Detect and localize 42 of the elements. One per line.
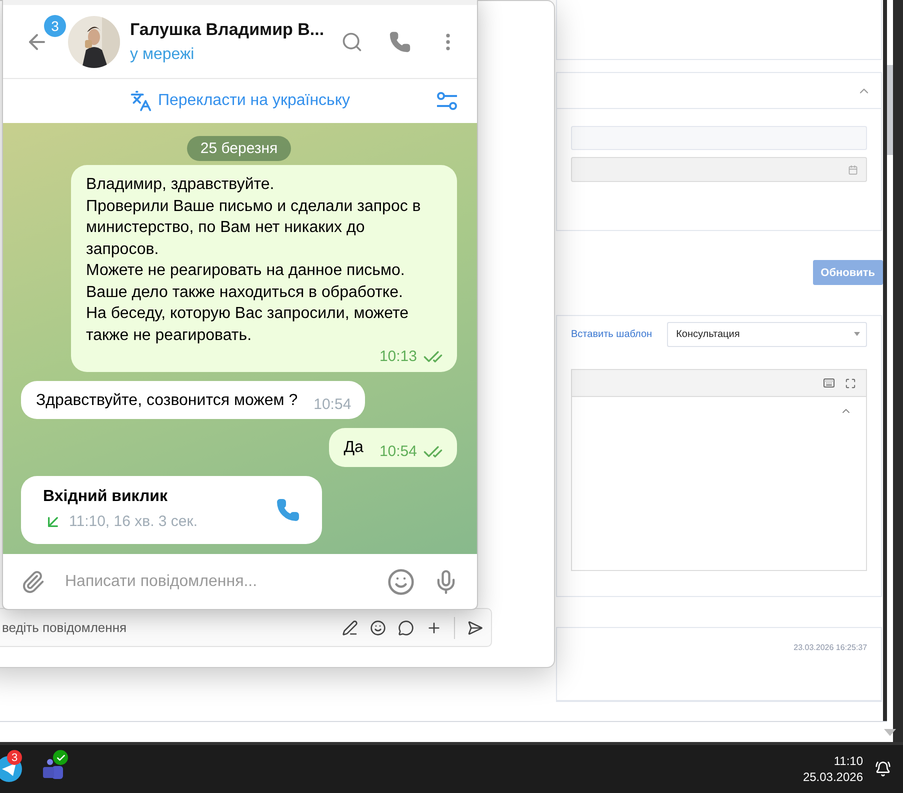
date-label: 25 березня xyxy=(187,136,291,161)
contact-status: у мережі xyxy=(130,46,196,64)
call-detail: 11:10, 16 хв. 3 сек. xyxy=(69,513,198,530)
clock-date: 25.03.2026 xyxy=(802,770,863,784)
search-icon[interactable] xyxy=(341,30,363,52)
text-field[interactable] xyxy=(571,126,868,150)
message-text: Здравствуйте, созвонится можем ? xyxy=(36,390,298,410)
format-icon[interactable] xyxy=(342,620,358,636)
message-input[interactable]: Написати повідомлення... xyxy=(63,572,369,592)
compose-placeholder: ведіть повідомлення xyxy=(2,620,128,635)
phone-icon[interactable] xyxy=(389,30,411,52)
message-time: 10:54 xyxy=(314,394,352,414)
telegram-app-button[interactable]: 3 xyxy=(0,747,30,791)
notification-badge: 3 xyxy=(7,750,22,765)
message-text: Владимир, здравствуйте. Проверили Ваше письмо и сделали запрос в министерство, по Вам нет никаких до запросов. Можете не реагировать на данное письмо. Ваше дело также находиться в обработке. На беседу, которую Вас запросили, можете также не реагировать. xyxy=(86,175,422,346)
insert-template-link[interactable]: Вставить шаблон xyxy=(571,328,652,340)
fullscreen-icon[interactable] xyxy=(845,378,856,388)
attach-icon[interactable] xyxy=(21,570,45,594)
message-text: Да xyxy=(344,438,364,458)
timestamp: 23.03.2026 16:25:37 xyxy=(794,643,868,654)
clock-time: 11:10 xyxy=(834,754,863,768)
plus-icon[interactable] xyxy=(426,620,442,636)
message-time: 10:54 xyxy=(379,442,417,462)
calendar-icon xyxy=(848,164,858,174)
call-title: Вхідний виклик xyxy=(43,488,169,506)
emoji-icon[interactable] xyxy=(370,620,386,636)
phone-icon[interactable] xyxy=(276,498,300,522)
sliders-icon[interactable] xyxy=(435,91,459,111)
translate-button[interactable]: Перекласти на українську xyxy=(130,90,350,112)
message-time: 10:13 xyxy=(379,347,417,367)
scrollbar-thumb[interactable] xyxy=(887,65,894,155)
unread-badge: 3 xyxy=(44,15,66,37)
template-select[interactable]: Консультация xyxy=(667,322,868,346)
bell-icon[interactable] xyxy=(875,761,891,777)
caret-icon xyxy=(854,332,860,336)
send-icon[interactable] xyxy=(467,620,483,636)
update-button[interactable]: Обновить xyxy=(812,260,884,285)
message-compose-field[interactable]: ведіть повідомлення xyxy=(0,608,492,647)
date-field[interactable] xyxy=(571,157,868,182)
translate-icon xyxy=(130,90,152,112)
keyboard-icon[interactable] xyxy=(823,377,836,389)
contact-name: Галушка Владимир В... xyxy=(130,20,326,40)
